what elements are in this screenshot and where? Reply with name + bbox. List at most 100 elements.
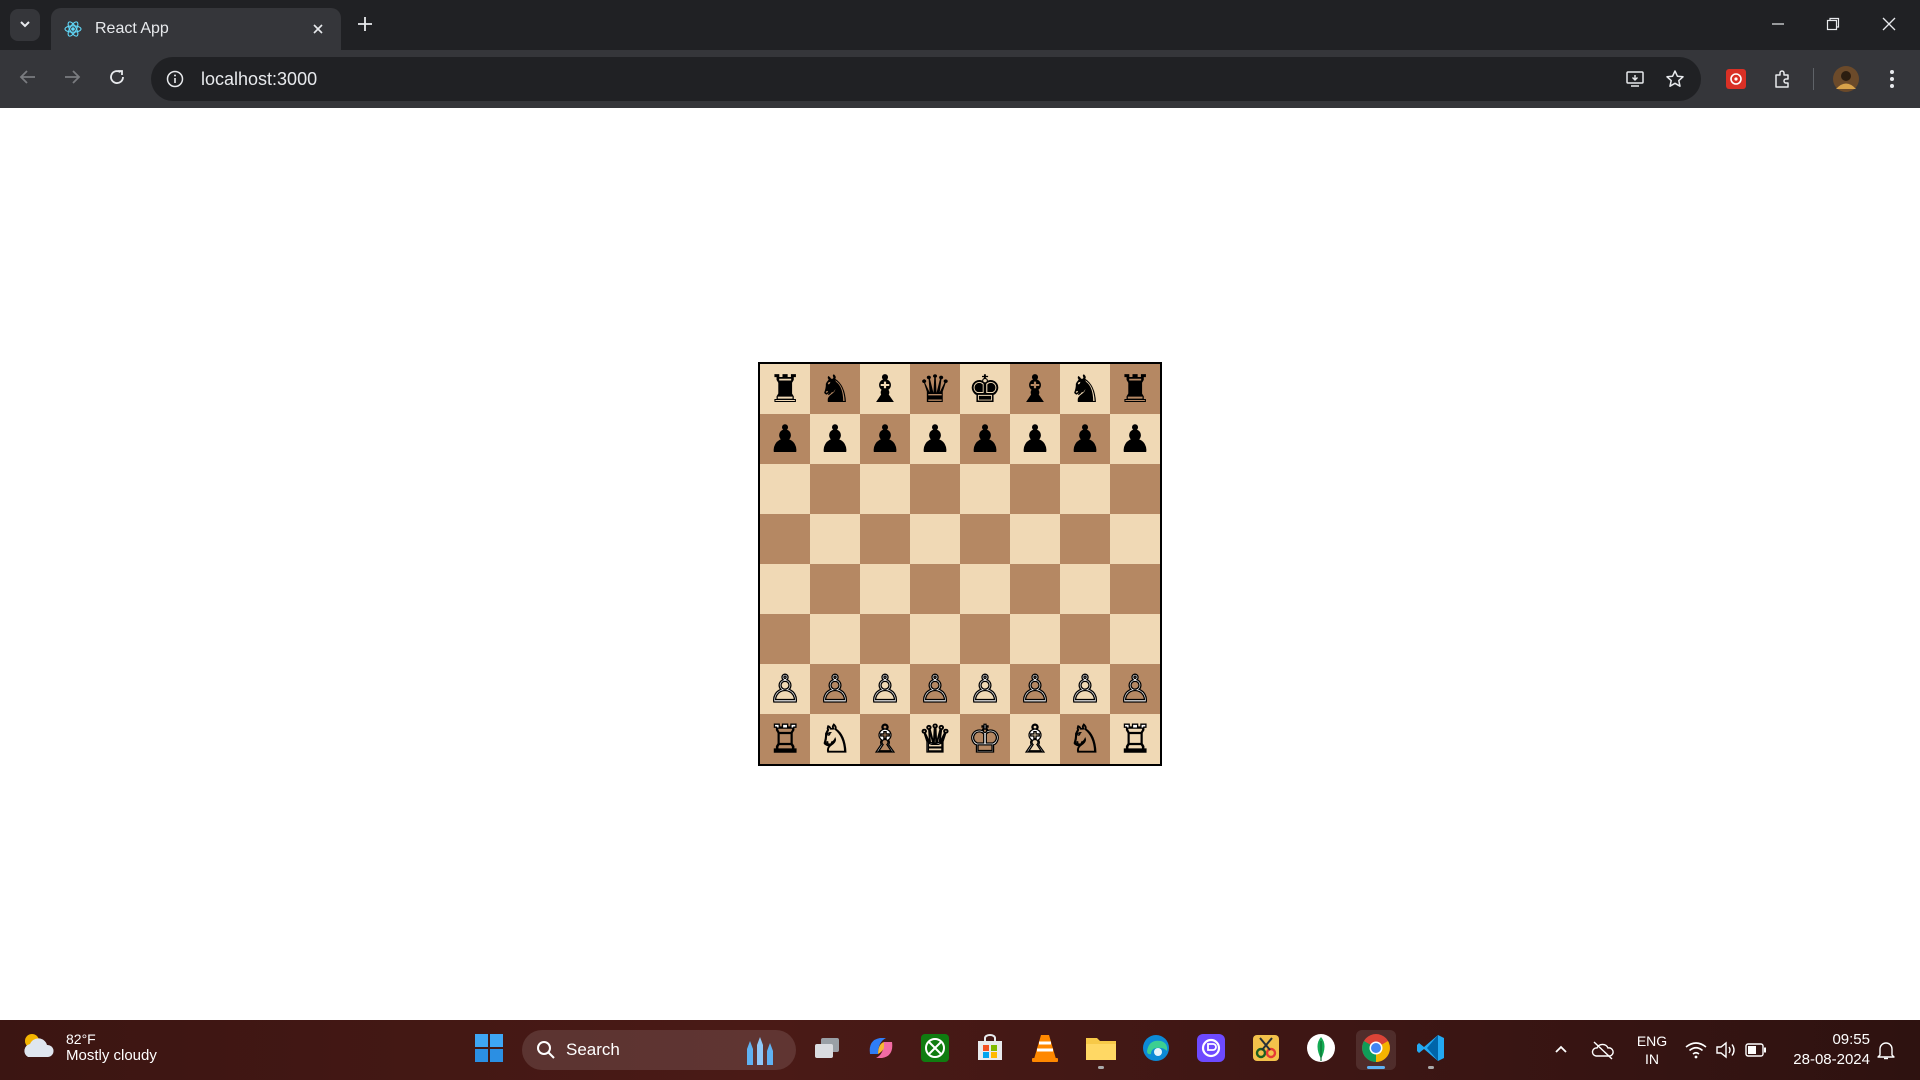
proton-vpn-button[interactable] [1191,1030,1231,1070]
chess-square-piece[interactable]: ♙ [1110,664,1160,714]
file-explorer-button[interactable] [1081,1030,1121,1070]
chess-square[interactable] [1060,514,1110,564]
back-button[interactable] [11,62,45,96]
chess-square-piece[interactable]: ♝ [860,364,910,414]
chess-square[interactable] [910,614,960,664]
chess-square[interactable] [910,514,960,564]
chess-square-piece[interactable]: ♜ [760,364,810,414]
chess-square[interactable] [1110,464,1160,514]
chess-square[interactable] [860,614,910,664]
vlc-button[interactable] [1025,1030,1065,1070]
chess-square-piece[interactable]: ♜ [1110,364,1160,414]
chess-square-piece[interactable]: ♗ [1010,714,1060,764]
chess-square[interactable] [910,564,960,614]
chess-square-piece[interactable]: ♚ [960,364,1010,414]
extensions-puzzle-icon[interactable] [1765,62,1799,96]
chrome-button[interactable] [1356,1030,1396,1070]
info-icon[interactable] [163,67,187,91]
chess-square[interactable] [810,564,860,614]
chess-square-piece[interactable]: ♟ [810,414,860,464]
chess-square[interactable] [910,464,960,514]
chess-square[interactable] [960,514,1010,564]
notifications-bell-icon[interactable] [1874,1038,1898,1062]
battery-icon[interactable] [1744,1038,1768,1062]
language-indicator[interactable]: ENG IN [1634,1032,1670,1068]
onedrive-offline-icon[interactable] [1591,1038,1615,1062]
address-url[interactable]: localhost:3000 [201,69,1615,90]
close-window-button[interactable] [1867,8,1911,42]
chess-square[interactable] [810,614,860,664]
clock[interactable]: 09:55 28-08-2024 [1782,1030,1870,1070]
chess-square[interactable] [810,464,860,514]
chess-square[interactable] [1010,564,1060,614]
taskbar-search[interactable]: Search [522,1030,796,1070]
chess-square[interactable] [760,564,810,614]
mongodb-compass-button[interactable] [1301,1030,1341,1070]
chess-square-piece[interactable]: ♟ [1010,414,1060,464]
extension-red-icon[interactable] [1719,62,1753,96]
new-tab-button[interactable] [350,11,380,41]
chess-square[interactable] [1010,514,1060,564]
chess-square-piece[interactable]: ♛ [910,364,960,414]
chess-square-piece[interactable]: ♞ [1060,364,1110,414]
chess-square-piece[interactable]: ♗ [860,714,910,764]
chess-square[interactable] [1010,614,1060,664]
forward-button[interactable] [55,62,89,96]
reload-button[interactable] [100,62,134,96]
vscode-button[interactable] [1411,1030,1451,1070]
tab-react-app[interactable]: React App [51,8,341,50]
profile-avatar[interactable] [1829,62,1863,96]
chess-square[interactable] [760,614,810,664]
chess-square-piece[interactable]: ♙ [760,664,810,714]
restore-button[interactable] [1811,8,1855,42]
chess-square-piece[interactable]: ♟ [960,414,1010,464]
edge-button[interactable] [1136,1030,1176,1070]
bookmark-star-icon[interactable] [1655,59,1695,99]
chess-square[interactable] [760,464,810,514]
task-view-button[interactable] [807,1030,847,1070]
xbox-button[interactable] [915,1030,955,1070]
copilot-button[interactable] [861,1030,901,1070]
chess-square-piece[interactable]: ♟ [760,414,810,464]
chess-square[interactable] [960,564,1010,614]
wifi-icon[interactable] [1684,1038,1708,1062]
chess-square-piece[interactable]: ♙ [910,664,960,714]
chess-square[interactable] [1060,614,1110,664]
chess-square-piece[interactable]: ♘ [1060,714,1110,764]
microsoft-store-button[interactable] [970,1030,1010,1070]
chess-square-piece[interactable]: ♙ [1060,664,1110,714]
chess-square-piece[interactable]: ♕ [910,714,960,764]
chess-square[interactable] [960,614,1010,664]
chess-square-piece[interactable]: ♟ [1060,414,1110,464]
chess-square[interactable] [760,514,810,564]
chess-square-piece[interactable]: ♙ [860,664,910,714]
chess-square[interactable] [860,464,910,514]
chess-square-piece[interactable]: ♝ [1010,364,1060,414]
chess-square[interactable] [860,514,910,564]
tab-search-button[interactable] [10,9,40,41]
close-icon[interactable] [307,18,329,40]
chess-square[interactable] [1110,514,1160,564]
chess-square-piece[interactable]: ♙ [1010,664,1060,714]
chess-square-piece[interactable]: ♟ [1110,414,1160,464]
minimize-button[interactable] [1756,8,1800,42]
chess-square[interactable] [860,564,910,614]
chess-square-piece[interactable]: ♖ [760,714,810,764]
chess-square[interactable] [1010,464,1060,514]
snipping-tool-button[interactable] [1246,1030,1286,1070]
chess-square-piece[interactable]: ♞ [810,364,860,414]
show-hidden-icons-chevron-up-icon[interactable] [1549,1038,1573,1062]
chess-square-piece[interactable]: ♘ [810,714,860,764]
chess-square-piece[interactable]: ♟ [860,414,910,464]
address-bar[interactable]: localhost:3000 [151,57,1701,101]
chess-square-piece[interactable]: ♔ [960,714,1010,764]
chess-square-piece[interactable]: ♙ [960,664,1010,714]
chess-square[interactable] [960,464,1010,514]
chess-square[interactable] [1060,564,1110,614]
chess-square-piece[interactable]: ♖ [1110,714,1160,764]
start-button[interactable] [469,1030,509,1070]
more-menu-icon[interactable] [1875,62,1909,96]
chess-square[interactable] [1110,614,1160,664]
weather-widget[interactable]: 82°F Mostly cloudy [20,1030,157,1064]
chess-square-piece[interactable]: ♟ [910,414,960,464]
